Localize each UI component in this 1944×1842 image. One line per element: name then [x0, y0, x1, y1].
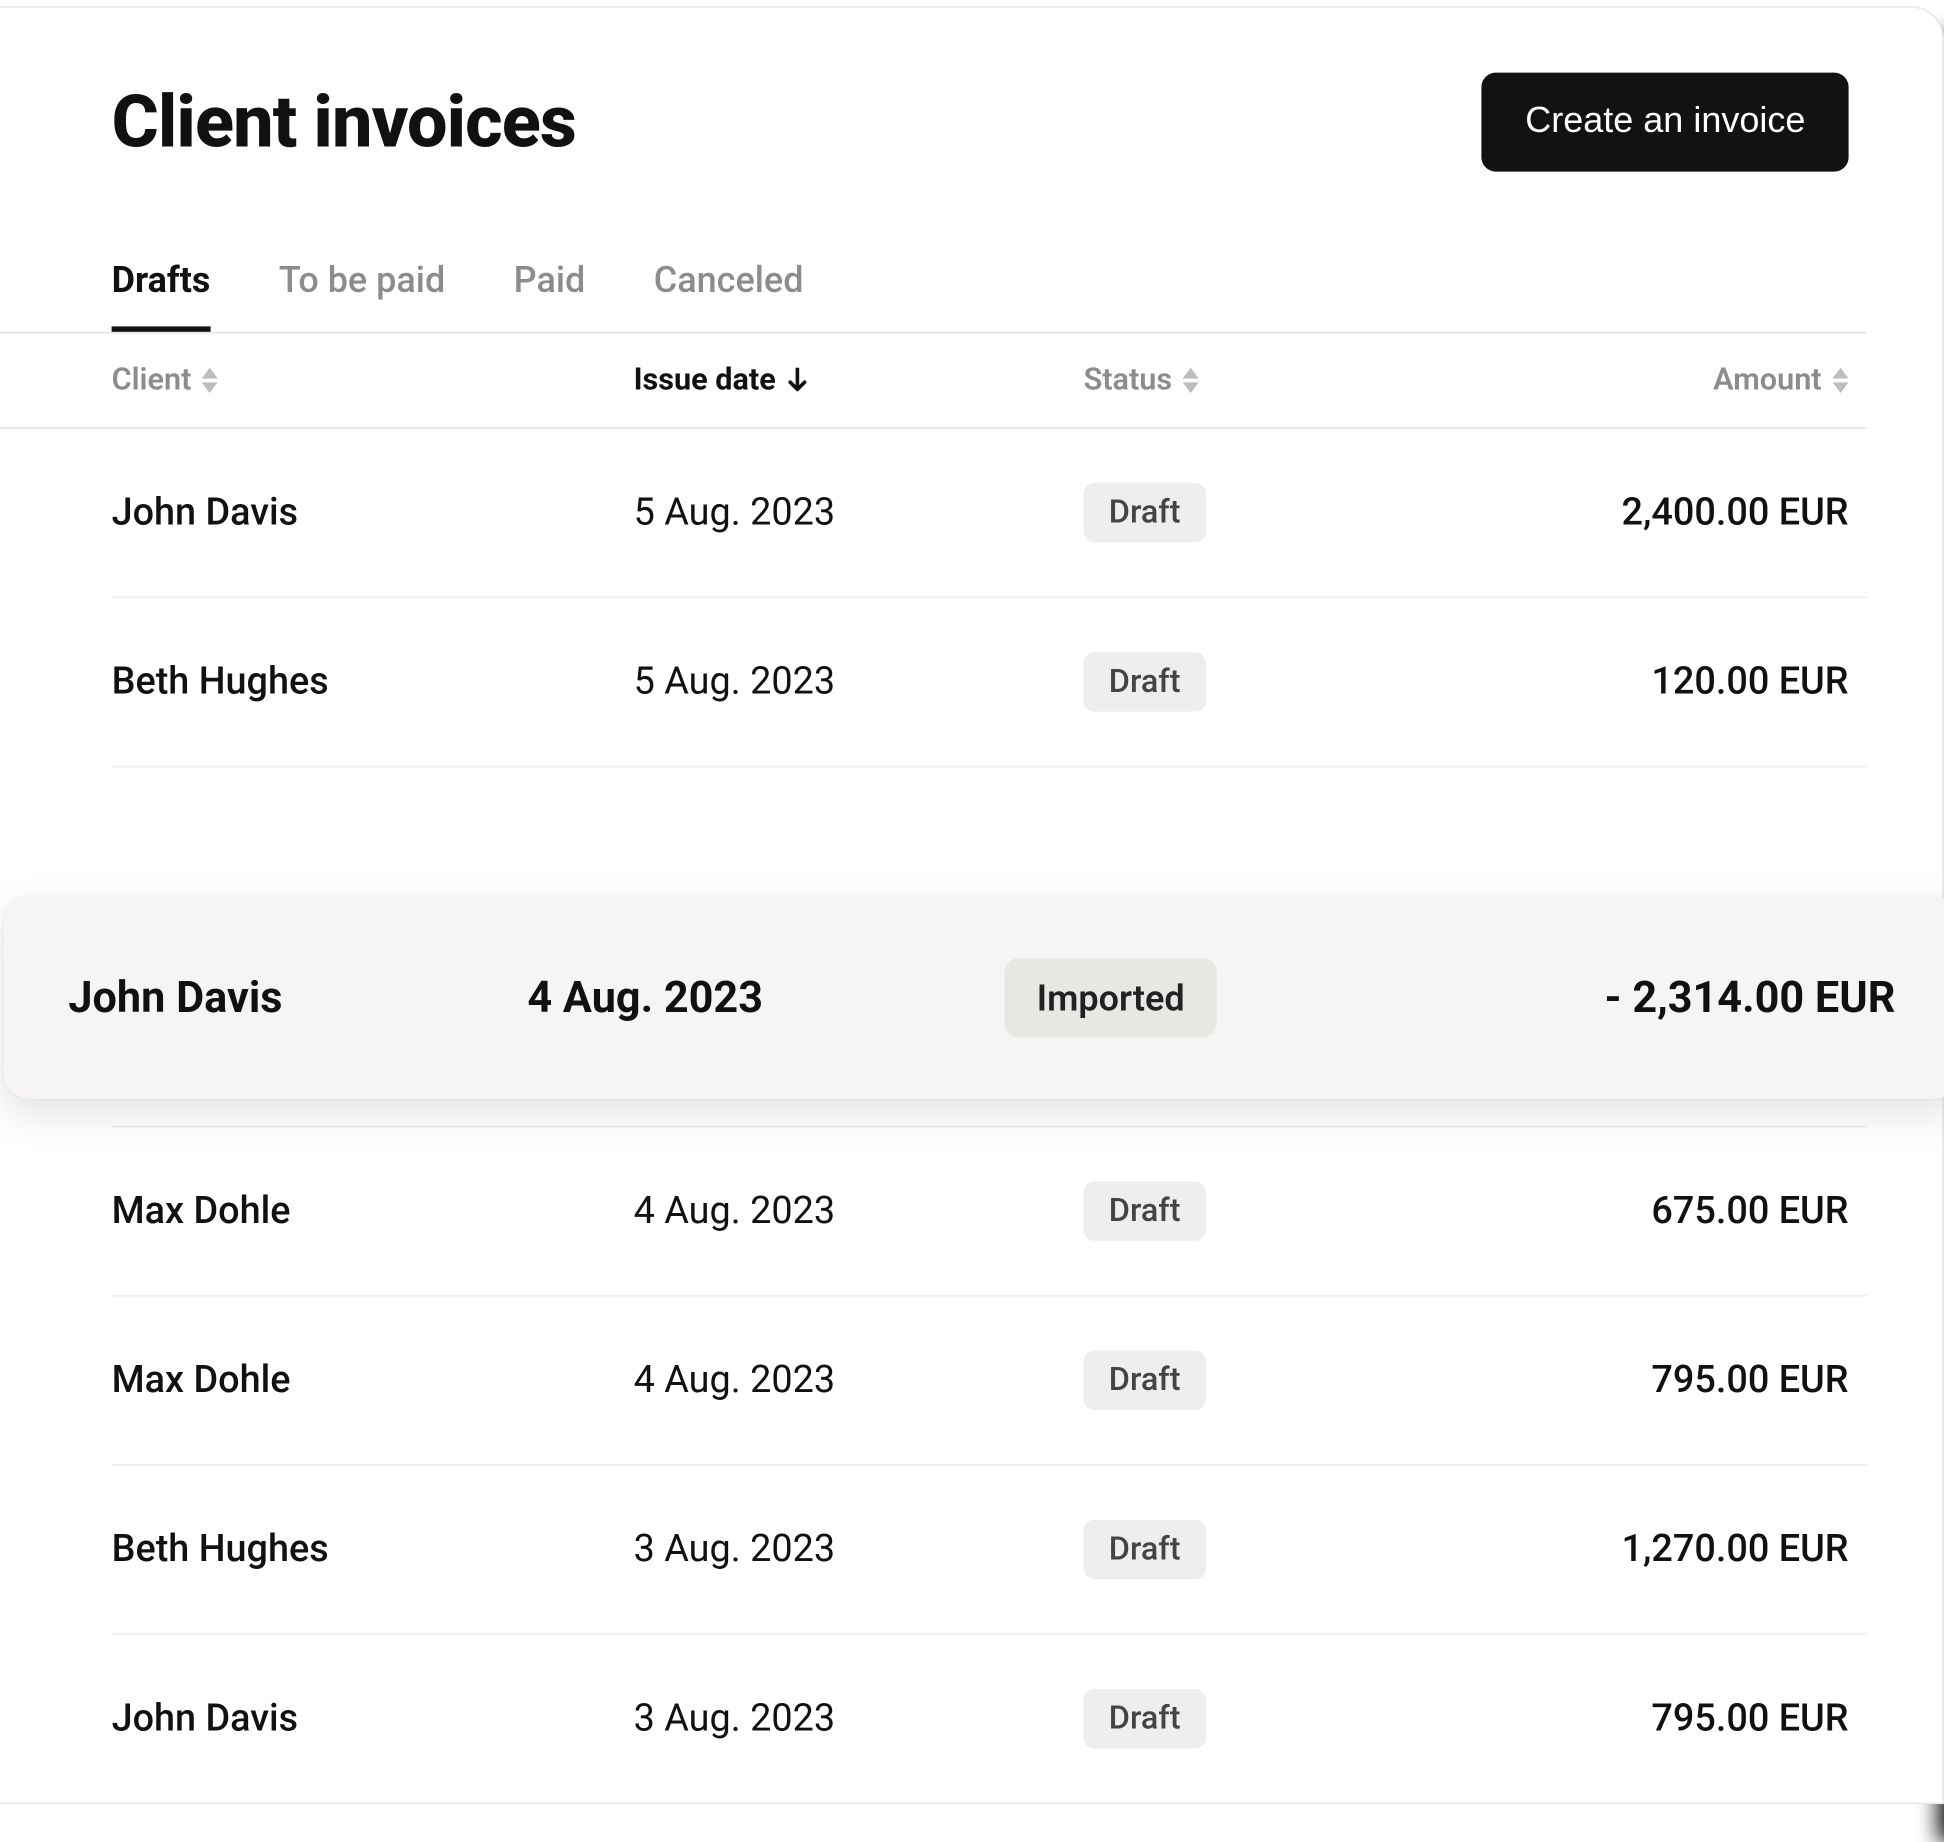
page-header: Client invoices Create an invoice [0, 73, 1867, 172]
cell-status: Draft [1084, 1351, 1498, 1410]
status-badge: Draft [1084, 652, 1206, 711]
col-issue-date-label: Issue date [634, 362, 776, 398]
cell-status: Draft [1084, 483, 1498, 542]
col-client-label: Client [112, 362, 192, 398]
cell-amount: 1,270.00 EUR [1498, 1528, 1849, 1571]
cell-date: 4 Aug. 2023 [634, 1359, 1084, 1402]
table-row[interactable]: John Davis 5 Aug. 2023 Draft 2,400.00 EU… [112, 429, 1867, 598]
highlighted-invoice-row[interactable]: John Davis 4 Aug. 2023 Imported - 2,314.… [4, 897, 1944, 1099]
col-status[interactable]: Status [1084, 362, 1498, 398]
cell-status: Imported [1004, 958, 1436, 1037]
cell-date: 5 Aug. 2023 [634, 660, 1084, 703]
cell-status: Draft [1084, 1689, 1498, 1748]
table-row[interactable]: Beth Hughes 3 Aug. 2023 Draft 1,270.00 E… [112, 1466, 1867, 1635]
cell-amount: 2,400.00 EUR [1498, 491, 1849, 534]
status-badge: Draft [1084, 1520, 1206, 1579]
col-issue-date[interactable]: Issue date [634, 362, 1084, 398]
tabs: Drafts To be paid Paid Canceled [0, 258, 1867, 332]
tab-paid[interactable]: Paid [514, 258, 586, 332]
cell-status: Draft [1084, 1520, 1498, 1579]
tab-canceled[interactable]: Canceled [654, 258, 804, 332]
table-row[interactable]: John Davis 3 Aug. 2023 Draft 795.00 EUR [112, 1635, 1867, 1802]
tab-to-be-paid[interactable]: To be paid [279, 258, 445, 332]
col-amount-label: Amount [1713, 362, 1821, 398]
page-title: Client invoices [112, 80, 576, 165]
cell-client: John Davis [112, 491, 634, 534]
cell-date: 3 Aug. 2023 [634, 1697, 1084, 1740]
cell-status: Draft [1084, 652, 1498, 711]
cell-date: 3 Aug. 2023 [634, 1528, 1084, 1571]
status-badge: Draft [1084, 483, 1206, 542]
cell-client: Beth Hughes [112, 660, 634, 703]
tab-drafts[interactable]: Drafts [112, 258, 211, 332]
sort-icon [202, 368, 218, 393]
table-row[interactable]: Beth Hughes 5 Aug. 2023 Draft 120.00 EUR [112, 598, 1867, 767]
arrow-down-icon [787, 368, 809, 393]
status-badge: Imported [1004, 958, 1217, 1037]
table-body: John Davis 5 Aug. 2023 Draft 2,400.00 EU… [0, 429, 1867, 1802]
cell-date: 4 Aug. 2023 [527, 973, 1004, 1023]
col-status-label: Status [1084, 362, 1173, 398]
cell-amount: 795.00 EUR [1498, 1359, 1849, 1402]
sort-icon [1832, 368, 1848, 393]
table-row[interactable]: Max Dohle 4 Aug. 2023 Draft 795.00 EUR [112, 1297, 1867, 1466]
cell-amount: 675.00 EUR [1498, 1190, 1849, 1233]
cell-amount: 120.00 EUR [1498, 660, 1849, 703]
table-header: Client Issue date Status [0, 334, 1867, 429]
cell-status: Draft [1084, 1181, 1498, 1240]
col-amount[interactable]: Amount [1498, 362, 1849, 398]
status-badge: Draft [1084, 1181, 1206, 1240]
create-invoice-button[interactable]: Create an invoice [1482, 73, 1849, 172]
cell-client: John Davis [112, 1697, 634, 1740]
sort-icon [1183, 368, 1199, 393]
status-badge: Draft [1084, 1689, 1206, 1748]
cell-date: 4 Aug. 2023 [634, 1190, 1084, 1233]
cell-client: Max Dohle [112, 1190, 634, 1233]
cell-client: John Davis [68, 973, 527, 1023]
status-badge: Draft [1084, 1351, 1206, 1410]
cell-client: Max Dohle [112, 1359, 634, 1402]
cell-amount: - 2,314.00 EUR [1436, 973, 1895, 1023]
cell-date: 5 Aug. 2023 [634, 491, 1084, 534]
cell-amount: 795.00 EUR [1498, 1697, 1849, 1740]
col-client[interactable]: Client [112, 362, 634, 398]
cell-client: Beth Hughes [112, 1528, 634, 1571]
table-row[interactable]: Max Dohle 4 Aug. 2023 Draft 675.00 EUR [112, 1127, 1867, 1296]
page-container: Client invoices Create an invoice Drafts… [0, 6, 1944, 1804]
